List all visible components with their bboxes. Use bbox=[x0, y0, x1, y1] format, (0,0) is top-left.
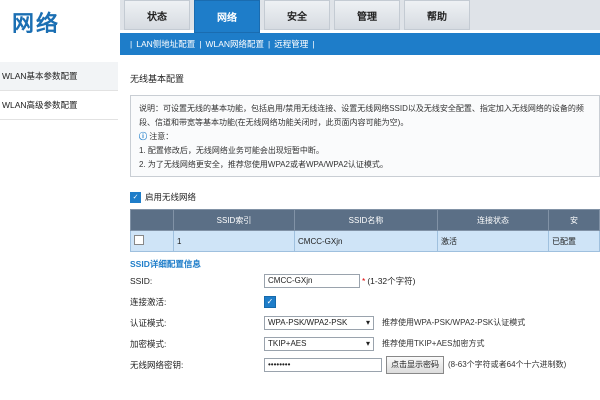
ssid-hint: (1-32个字符) bbox=[367, 275, 416, 286]
table-header-select bbox=[130, 209, 174, 231]
table-header-index: SSID索引 bbox=[173, 209, 295, 231]
row-checkbox[interactable] bbox=[134, 235, 144, 245]
subnav-wlan-config[interactable]: WLAN网络配置 bbox=[205, 38, 264, 50]
note-heading: ⓘ 注意： bbox=[139, 130, 591, 144]
auth-mode-hint: 推荐使用WPA-PSK/WPA2-PSK认证模式 bbox=[382, 318, 526, 327]
row-index: 1 bbox=[173, 230, 295, 252]
connection-enable-row: 连接激活: ✓ bbox=[130, 291, 600, 312]
main-content: 无线基本配置 说明：可设置无线的基本功能，包括启用/禁用无线连接、设置无线网络S… bbox=[130, 72, 600, 375]
tab-management[interactable]: 管理 bbox=[334, 0, 400, 30]
row-security: 已配置 bbox=[548, 230, 600, 252]
note-line-2: 2. 为了无线网络更安全，推荐您使用WPA2或者WPA/WPA2认证模式。 bbox=[139, 160, 388, 169]
subnav-separator: | bbox=[130, 39, 133, 49]
detail-title: SSID详细配置信息 bbox=[130, 259, 201, 269]
table-header-name: SSID名称 bbox=[294, 209, 438, 231]
subnav-remote-management[interactable]: 远程管理 bbox=[274, 38, 308, 50]
auth-mode-value: WPA-PSK/WPA2-PSK bbox=[268, 318, 348, 327]
sidebar: WLAN基本参数配置 WLAN高级参数配置 bbox=[0, 62, 118, 120]
ssid-row: SSID: CMCC-GXjn * (1-32个字符) bbox=[130, 270, 600, 291]
subnav-separator: | bbox=[199, 39, 202, 49]
encrypt-mode-label: 加密模式: bbox=[130, 338, 167, 349]
show-password-button[interactable]: 点击显示密码 bbox=[386, 355, 444, 374]
auth-mode-select[interactable]: WPA-PSK/WPA2-PSK ▾ bbox=[264, 315, 374, 330]
enable-wireless-label: 启用无线网络 bbox=[145, 192, 197, 202]
description-box: 说明：可设置无线的基本功能，包括启用/禁用无线连接、设置无线网络SSID以及无线… bbox=[130, 95, 600, 177]
ssid-table: SSID索引 SSID名称 连接状态 安 1 CMCC-GXjn 激活 已配置 bbox=[130, 209, 600, 252]
table-row[interactable]: 1 CMCC-GXjn 激活 已配置 bbox=[130, 230, 600, 252]
row-select-cell[interactable] bbox=[130, 230, 174, 252]
sidebar-item-wlan-advanced[interactable]: WLAN高级参数配置 bbox=[0, 91, 118, 120]
subnav-lan-address[interactable]: LAN侧地址配置 bbox=[136, 38, 195, 50]
top-tabs: 状态 网络 安全 管理 帮助 bbox=[120, 0, 600, 33]
sub-navigation: | LAN侧地址配置 | WLAN网络配置 | 远程管理 | bbox=[120, 33, 600, 55]
password-row: 无线网络密钥: •••••••• 点击显示密码 (8-63个字符或者64个十六进… bbox=[130, 354, 600, 375]
subnav-separator: | bbox=[268, 39, 271, 49]
enable-wireless-row: ✓ 启用无线网络 bbox=[130, 191, 600, 203]
description-text: 说明：可设置无线的基本功能，包括启用/禁用无线连接、设置无线网络SSID以及无线… bbox=[139, 104, 584, 127]
note-label: 注意： bbox=[149, 132, 174, 141]
tab-help[interactable]: 帮助 bbox=[404, 0, 470, 30]
section-title: 无线基本配置 bbox=[130, 74, 185, 84]
auth-mode-label: 认证模式: bbox=[130, 317, 167, 328]
required-mark: * bbox=[362, 275, 366, 286]
password-input[interactable]: •••••••• bbox=[264, 357, 382, 372]
tab-network[interactable]: 网络 bbox=[194, 0, 260, 33]
table-header-security: 安 bbox=[548, 209, 600, 231]
tab-security[interactable]: 安全 bbox=[264, 0, 330, 30]
auth-mode-row: 认证模式: WPA-PSK/WPA2-PSK ▾ 推荐使用WPA-PSK/WPA2… bbox=[130, 312, 600, 333]
connection-enable-checkbox[interactable]: ✓ bbox=[264, 295, 276, 308]
tab-status[interactable]: 状态 bbox=[124, 0, 190, 30]
sidebar-item-wlan-basic[interactable]: WLAN基本参数配置 bbox=[0, 62, 118, 91]
chevron-down-icon: ▾ bbox=[365, 318, 370, 327]
info-icon: ⓘ bbox=[139, 132, 147, 141]
encrypt-mode-row: 加密模式: TKIP+AES ▾ 推荐使用TKIP+AES加密方式 bbox=[130, 333, 600, 354]
table-header-status: 连接状态 bbox=[437, 209, 549, 231]
connection-enable-label: 连接激活: bbox=[130, 296, 167, 307]
ssid-input[interactable]: CMCC-GXjn bbox=[264, 273, 360, 288]
encrypt-mode-select[interactable]: TKIP+AES ▾ bbox=[264, 336, 374, 351]
row-status: 激活 bbox=[437, 230, 549, 252]
encrypt-mode-hint: 推荐使用TKIP+AES加密方式 bbox=[382, 339, 485, 348]
note-line-1: 1. 配置修改后，无线网络业务可能会出现短暂中断。 bbox=[139, 146, 324, 155]
ssid-label: SSID: bbox=[130, 275, 153, 286]
row-ssid-name: CMCC-GXjn bbox=[294, 230, 438, 252]
table-header-row: SSID索引 SSID名称 连接状态 安 bbox=[130, 209, 600, 231]
logo: 网络 bbox=[12, 11, 61, 36]
chevron-down-icon: ▾ bbox=[365, 339, 370, 348]
password-hint: (8-63个字符或者64个十六进制数) bbox=[448, 360, 567, 369]
encrypt-mode-value: TKIP+AES bbox=[268, 339, 307, 348]
enable-wireless-checkbox[interactable]: ✓ bbox=[130, 191, 141, 203]
subnav-separator: | bbox=[312, 39, 315, 49]
password-label: 无线网络密钥: bbox=[130, 359, 184, 370]
